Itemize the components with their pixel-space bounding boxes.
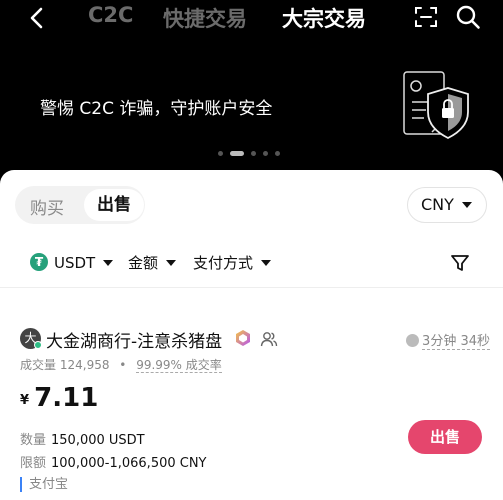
response-time-value: 3分钟 34秒 [422,334,490,350]
completion-rate-label: 成交率 [185,358,222,372]
amount-filter[interactable]: 金额 [128,252,177,274]
back-arrow-icon[interactable] [26,5,48,31]
tether-icon: ₮ [30,253,48,271]
chevron-down-icon [103,259,114,266]
amount-filter-label: 金额 [128,254,159,272]
tab-quick-trade[interactable]: 快捷交易 [163,3,247,33]
price-value: 7.11 [34,383,99,413]
banner-text: 警惕 C2C 诈骗，守护账户安全 [40,99,273,119]
banner-dot[interactable] [251,150,256,156]
merchant-stats: 成交量 124,958 • 99.99% 成交率 [20,356,222,373]
chevron-down-icon [261,259,272,266]
merchant-row[interactable]: 大 大金湖商行-注意杀猪盘 3分钟 34秒 [20,327,490,352]
divider [0,287,503,288]
limit-value: 100,000-1,066,500 CNY [51,456,207,471]
chevron-down-icon [461,201,472,208]
currency-symbol: ¥ [20,393,30,408]
scan-icon[interactable] [414,5,438,29]
sell-toggle[interactable]: 出售 [84,189,144,221]
banner-dot[interactable] [263,150,268,156]
chevron-down-icon [166,259,177,266]
clock-icon [406,334,420,347]
people-icon [260,332,278,347]
completion-rate: 99.99% 成交率 [136,358,222,373]
limit-label: 限额 [20,456,47,471]
coin-filter-label: USDT [54,254,96,272]
top-nav: C2C 快捷交易 大宗交易 [0,0,503,36]
banner-dot[interactable] [218,150,223,156]
coin-filter[interactable]: ₮ USDT [30,252,114,274]
security-shield-icon [403,71,469,140]
search-icon[interactable] [455,4,481,30]
volume-value: 124,958 [59,358,110,372]
trade-panel: 购买 出售 CNY ₮ USDT 金额 支付方式 大 大金湖商行-注意杀猪盘 3… [0,170,503,500]
banner-pagination [218,150,280,156]
tab-bulk-trade[interactable]: 大宗交易 [282,3,366,33]
quantity-label: 数量 [20,433,47,448]
merchant-name[interactable]: 大金湖商行-注意杀猪盘 [46,327,222,352]
currency-value: CNY [421,195,454,214]
security-banner[interactable]: 警惕 C2C 诈骗，守护账户安全 [0,36,503,170]
buy-toggle[interactable]: 购买 [30,194,64,219]
payment-filter-label: 支付方式 [193,254,254,272]
response-time: 3分钟 34秒 [406,330,490,350]
filter-icon[interactable] [450,253,470,273]
banner-dot-active[interactable] [230,150,244,156]
tab-c2c[interactable]: C2C [88,3,133,27]
currency-select[interactable]: CNY [407,187,487,223]
price: ¥ 7.11 [20,383,98,413]
quantity-value: 150,000 USDT [51,433,145,448]
completion-rate-value: 99.99% [136,358,182,372]
banner-dot[interactable] [275,150,280,156]
online-status-icon [34,341,42,349]
sell-button[interactable]: 出售 [408,420,482,454]
verified-badge-icon [236,330,250,346]
buy-sell-toggle: 购买 出售 [15,186,145,224]
quantity-row: 数量 150,000 USDT [20,429,145,448]
limit-row: 限额 100,000-1,066,500 CNY [20,452,207,471]
payment-filter[interactable]: 支付方式 [193,252,272,274]
stats-separator: • [119,358,127,372]
volume-label: 成交量 [20,358,57,372]
payment-method: 支付宝 [20,477,68,492]
